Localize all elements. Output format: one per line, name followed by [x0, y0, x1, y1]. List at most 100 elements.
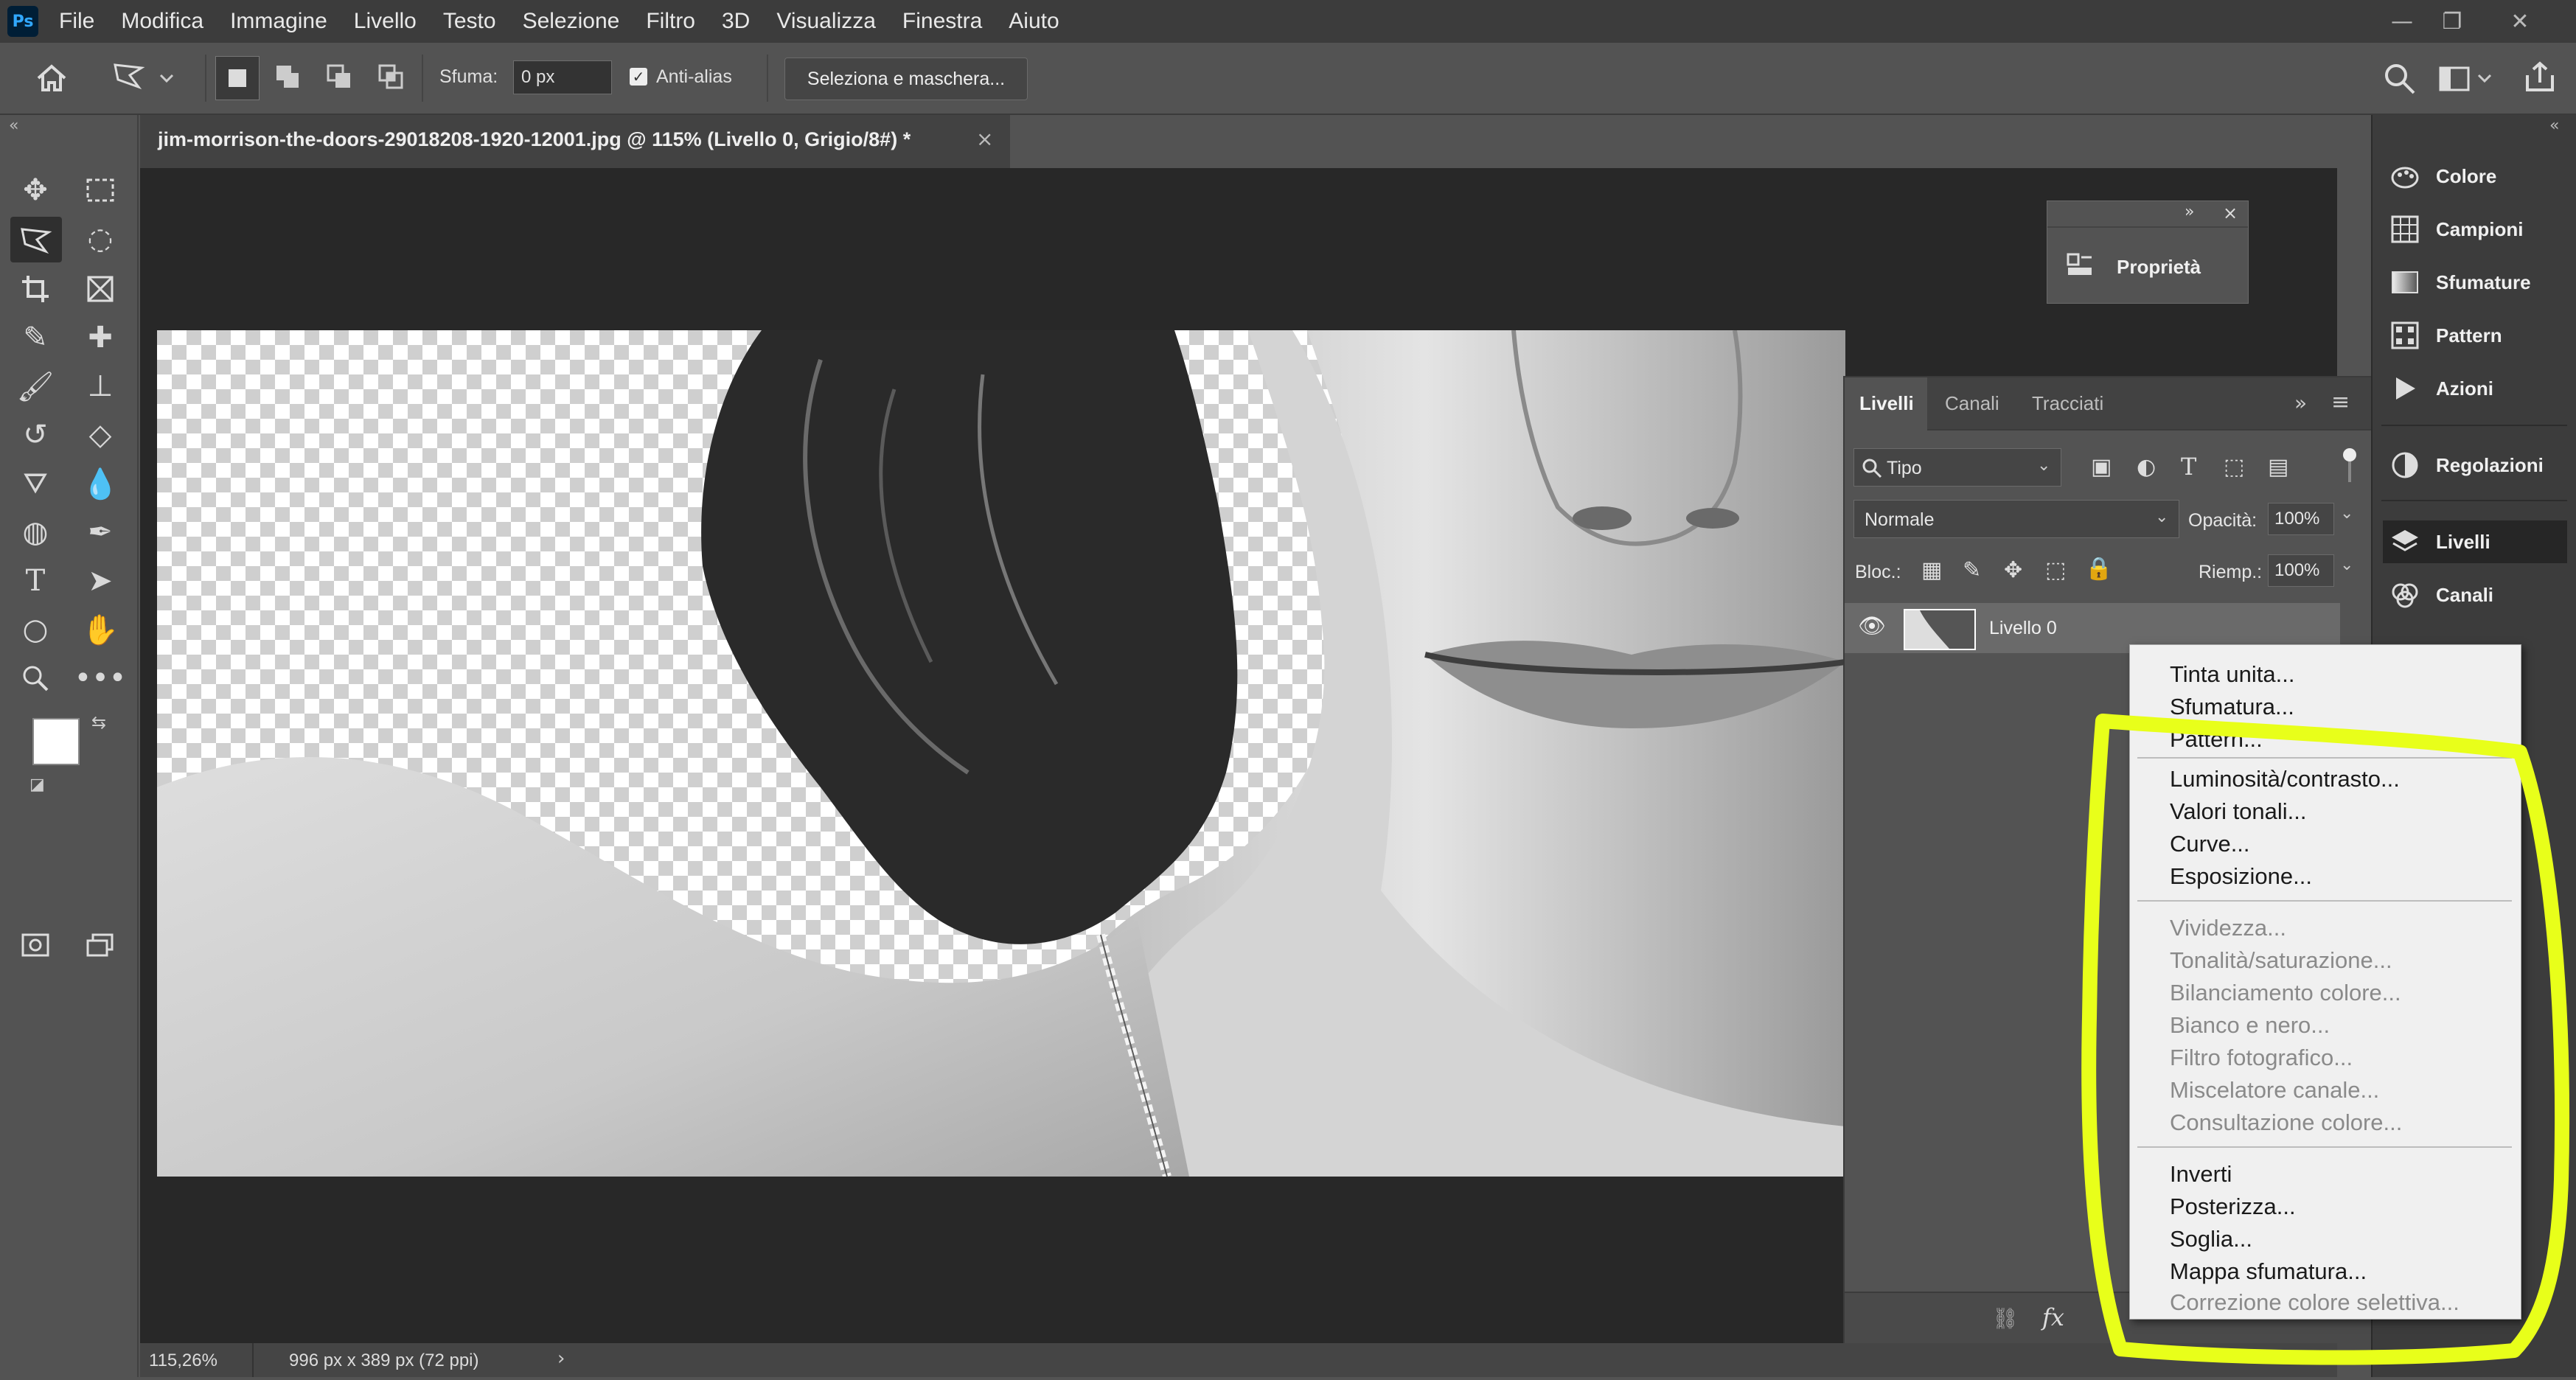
- menu-visualizza[interactable]: Visualizza: [776, 9, 876, 34]
- subtract-from-selection-icon[interactable]: [318, 56, 361, 99]
- history-brush-tool-icon[interactable]: ↺: [15, 414, 56, 456]
- pen-tool-icon[interactable]: ✒: [80, 512, 121, 553]
- menu-3d[interactable]: 3D: [722, 9, 750, 34]
- minimize-icon[interactable]: —: [2380, 0, 2424, 43]
- filter-type-icon[interactable]: T: [2181, 453, 2196, 481]
- screen-mode-icon[interactable]: [80, 924, 121, 966]
- menu-item-esposizione[interactable]: Esposizione...: [2170, 863, 2312, 890]
- zoom-level[interactable]: 115,26%: [149, 1351, 217, 1371]
- swap-colors-icon[interactable]: ⇆: [91, 712, 106, 733]
- menu-item-tinta-unita[interactable]: Tinta unita...: [2170, 661, 2294, 688]
- share-icon[interactable]: [2520, 58, 2560, 97]
- collapse-dock-icon[interactable]: «: [2549, 116, 2559, 135]
- home-icon[interactable]: [32, 59, 71, 97]
- more-tools-icon[interactable]: •••: [74, 658, 127, 699]
- menu-selezione[interactable]: Selezione: [523, 9, 620, 34]
- quick-mask-icon[interactable]: [15, 924, 56, 966]
- eyedropper-tool-icon[interactable]: ✎: [15, 317, 56, 358]
- menu-testo[interactable]: Testo: [443, 9, 496, 34]
- menu-immagine[interactable]: Immagine: [230, 9, 327, 34]
- tab-livelli[interactable]: Livelli: [1859, 392, 1914, 415]
- lock-image-icon[interactable]: ✎: [1963, 557, 1981, 583]
- blend-mode-select[interactable]: Normale ⌄: [1853, 500, 2179, 538]
- eye-icon[interactable]: 👁: [1858, 613, 1886, 639]
- properties-icon[interactable]: [2065, 250, 2095, 279]
- opacity-chevron-icon[interactable]: ⌄: [2340, 504, 2353, 523]
- default-colors-icon[interactable]: ◪: [29, 776, 45, 794]
- menu-item-inverti[interactable]: Inverti: [2170, 1161, 2232, 1188]
- dock-item-canali[interactable]: Canali: [2390, 574, 2575, 616]
- antialias-checkbox[interactable]: ✓: [630, 68, 647, 86]
- fill-input[interactable]: 100%: [2268, 554, 2334, 587]
- menu-filtro[interactable]: Filtro: [646, 9, 695, 34]
- menu-item-posterizza[interactable]: Posterizza...: [2170, 1193, 2296, 1220]
- filter-toggle[interactable]: [2343, 448, 2358, 485]
- layer-name[interactable]: Livello 0: [1989, 618, 2057, 639]
- filter-pixel-icon[interactable]: ▣: [2091, 454, 2112, 480]
- expand-panel-icon[interactable]: »: [2185, 203, 2194, 221]
- dock-item-campioni[interactable]: Campioni: [2390, 208, 2575, 251]
- close-panel-icon[interactable]: ×: [2223, 203, 2238, 223]
- fx-icon[interactable]: fx: [2042, 1303, 2064, 1331]
- status-menu-chevron-icon[interactable]: ›: [557, 1348, 565, 1370]
- tab-tracciati[interactable]: Tracciati: [2032, 392, 2103, 415]
- filter-smartobject-icon[interactable]: ▤: [2268, 454, 2288, 480]
- polygonal-lasso-tool-preset-icon[interactable]: [109, 58, 183, 99]
- filter-shape-icon[interactable]: ⬚: [2224, 454, 2244, 480]
- foreground-color-swatch[interactable]: [32, 718, 80, 765]
- hand-tool-icon[interactable]: ✋: [80, 609, 121, 650]
- menu-finestra[interactable]: Finestra: [902, 9, 982, 34]
- opacity-input[interactable]: 100%: [2268, 503, 2334, 535]
- brush-tool-icon[interactable]: 🖌: [15, 366, 56, 407]
- menu-aiuto[interactable]: Aiuto: [1009, 9, 1059, 34]
- menu-item-valori-tonali[interactable]: Valori tonali...: [2170, 798, 2307, 825]
- panel-menu-icon[interactable]: ≡: [2331, 389, 2350, 415]
- marquee-tool-icon[interactable]: [80, 170, 121, 211]
- canvas-image[interactable]: [157, 330, 1846, 1178]
- dock-item-pattern[interactable]: Pattern: [2390, 314, 2575, 357]
- lock-transparent-icon[interactable]: ▦: [1921, 557, 1942, 583]
- healing-brush-tool-icon[interactable]: ✚: [80, 317, 121, 358]
- collapse-toolbar-icon[interactable]: «: [9, 116, 18, 135]
- clone-stamp-tool-icon[interactable]: ⊥: [80, 366, 121, 407]
- blur-tool-icon[interactable]: 💧: [80, 463, 121, 504]
- select-and-mask-button[interactable]: Seleziona e maschera...: [784, 58, 1028, 100]
- dock-item-sfumature[interactable]: Sfumature: [2390, 261, 2575, 304]
- document-tab[interactable]: jim-morrison-the-doors-29018208-1920-120…: [140, 115, 1010, 170]
- path-selection-tool-icon[interactable]: ➤: [80, 560, 121, 602]
- move-tool-icon[interactable]: ✥: [15, 170, 56, 211]
- feather-input[interactable]: 0 px: [513, 60, 612, 94]
- eraser-tool-icon[interactable]: ◇: [80, 414, 121, 456]
- add-to-selection-icon[interactable]: [267, 56, 310, 99]
- new-selection-mode-icon[interactable]: [215, 56, 260, 100]
- menu-livello[interactable]: Livello: [354, 9, 417, 34]
- dock-item-colore[interactable]: Colore: [2390, 155, 2575, 198]
- close-tab-icon[interactable]: ×: [976, 127, 993, 151]
- quick-selection-tool-icon[interactable]: ◌: [80, 218, 121, 259]
- layer-filter-select[interactable]: Tipo ⌄: [1853, 448, 2061, 487]
- type-tool-icon[interactable]: T: [15, 560, 56, 602]
- intersect-selection-icon[interactable]: [370, 56, 413, 99]
- menu-item-luminosita-contrasto[interactable]: Luminosità/contrasto...: [2170, 766, 2400, 792]
- expand-panel-icon[interactable]: »: [2294, 391, 2307, 415]
- frame-tool-icon[interactable]: [80, 268, 121, 310]
- crop-tool-icon[interactable]: [15, 268, 56, 310]
- workspace-switcher-icon[interactable]: [2437, 62, 2496, 96]
- menu-item-pattern[interactable]: Pattern...: [2170, 726, 2263, 753]
- lock-position-icon[interactable]: ✥: [2004, 557, 2022, 583]
- close-window-icon[interactable]: ✕: [2498, 0, 2542, 43]
- ellipse-tool-icon[interactable]: ○: [15, 609, 56, 650]
- document-info[interactable]: 996 px x 389 px (72 ppi): [289, 1351, 479, 1371]
- menu-item-mappa-sfumatura[interactable]: Mappa sfumatura...: [2170, 1258, 2367, 1285]
- fill-chevron-icon[interactable]: ⌄: [2340, 556, 2353, 574]
- lock-artboard-icon[interactable]: ⬚: [2045, 557, 2066, 583]
- filter-adjustment-icon[interactable]: ◐: [2137, 454, 2156, 480]
- menu-item-sfumatura[interactable]: Sfumatura...: [2170, 694, 2294, 720]
- menu-file[interactable]: File: [59, 9, 94, 34]
- dock-item-regolazioni[interactable]: Regolazioni: [2390, 444, 2575, 487]
- tab-canali[interactable]: Canali: [1945, 392, 1999, 415]
- dock-item-azioni[interactable]: Azioni: [2390, 367, 2575, 410]
- properties-label[interactable]: Proprietà: [2117, 256, 2201, 279]
- link-layers-icon[interactable]: ⛓: [1992, 1306, 2019, 1331]
- zoom-tool-icon[interactable]: [15, 658, 56, 699]
